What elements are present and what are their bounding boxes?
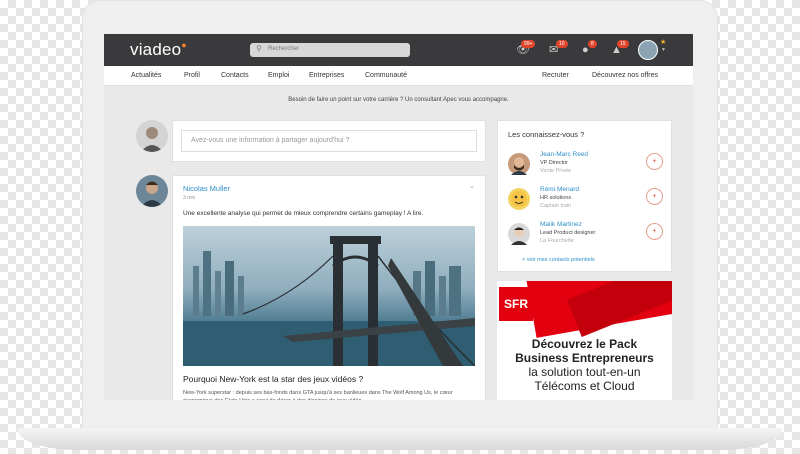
avatar[interactable] (508, 223, 530, 245)
suggestions-card: Les connaissez-vous ? Jean-Marc Reed VP … (497, 120, 672, 272)
person-name[interactable]: Malik Martinez (540, 221, 582, 228)
ad-line-2: Business Entrepreneurs (515, 351, 654, 365)
search-icon: ⚲ (256, 44, 262, 53)
avatar[interactable] (136, 175, 168, 207)
sfr-advertisement[interactable]: SFR Découvrez le Pack Business Entrepren… (497, 281, 672, 400)
article-description: New-York superstar : depuis ses bas-fond… (183, 390, 453, 400)
add-contact-icon[interactable]: + (646, 153, 663, 170)
laptop-base (18, 428, 782, 450)
menu-item-contacts[interactable]: Contacts (221, 72, 249, 79)
user-badge: 8 (588, 40, 597, 48)
article-title[interactable]: Pourquoi New-York est la star des jeux v… (183, 374, 363, 384)
person-company: Captain train (540, 203, 572, 209)
post-text: Une excellente analyse qui permet de mie… (183, 210, 424, 217)
top-bar: viadeo● ⚲ Rechercher 👁 99+ ✉ 10 ● 8 ▲ 15… (104, 34, 693, 66)
menu-item-offres[interactable]: Découvrez nos offres (592, 72, 658, 79)
avatar[interactable] (508, 153, 530, 175)
logo-dot-icon: ● (181, 40, 187, 50)
add-contact-icon[interactable]: + (646, 188, 663, 205)
ad-headline: Découvrez le Pack Business Entrepreneurs (497, 337, 672, 365)
eye-badge: 99+ (521, 40, 536, 48)
search-placeholder: Rechercher (268, 46, 300, 52)
chevron-down-icon[interactable]: ⌄ (469, 182, 475, 190)
screen: viadeo● ⚲ Rechercher 👁 99+ ✉ 10 ● 8 ▲ 15… (104, 34, 693, 400)
viadeo-logo[interactable]: viadeo● (130, 40, 187, 60)
ad-line-4: Télécoms et Cloud (534, 379, 635, 393)
ad-line-3: la solution tout-en-un (528, 365, 641, 379)
person-name[interactable]: Jean-Marc Reed (540, 151, 588, 158)
status-input[interactable]: Avez-vous une information à partager auj… (181, 130, 477, 152)
avatar[interactable] (508, 188, 530, 210)
bell-badge: 15 (617, 40, 629, 48)
card-title: Les connaissez-vous ? (508, 130, 585, 139)
article-image[interactable] (183, 226, 475, 366)
main-menu: Actualités Profil Contacts Emploi Entrep… (104, 66, 693, 86)
ad-line-1: Découvrez le Pack (531, 337, 638, 351)
menu-item-profil[interactable]: Profil (184, 72, 200, 79)
promo-banner[interactable]: Besoin de faire un point sur votre carri… (104, 97, 693, 103)
person-role: VP Director (540, 160, 569, 166)
person-role: Lead Product designer (540, 230, 596, 236)
menu-item-recruter[interactable]: Recruter (542, 72, 569, 79)
feed-post: Nicolas Muller 3 min ⌄ Une excellente an… (172, 175, 486, 400)
post-composer: Avez-vous une information à partager auj… (172, 120, 486, 162)
user-icon[interactable]: ● (582, 45, 589, 56)
person-name[interactable]: Rémi Menard (540, 186, 579, 193)
see-potential-contacts-link[interactable]: > voir mes contacts potentiels (522, 257, 595, 263)
person-company: Vente Privée (540, 168, 572, 174)
avatar[interactable] (638, 40, 658, 60)
person-company: La Fourchette (540, 238, 574, 244)
post-author[interactable]: Nicolas Muller (183, 184, 230, 193)
list-item[interactable]: Rémi Menard HR solutions Captain train + (508, 186, 668, 216)
menu-item-emploi[interactable]: Emploi (268, 72, 289, 79)
mail-badge: 10 (556, 40, 568, 48)
sfr-logo: SFR (499, 287, 533, 321)
ad-subline: la solution tout-en-un Télécoms et Cloud (497, 365, 672, 393)
person-role: HR solutions (540, 195, 572, 201)
post-time: 3 min (183, 195, 196, 201)
list-item[interactable]: Malik Martinez Lead Product designer La … (508, 221, 668, 251)
avatar[interactable] (136, 120, 168, 152)
menu-item-actualites[interactable]: Actualités (131, 72, 161, 79)
menu-item-communaute[interactable]: Communauté (365, 72, 407, 79)
add-contact-icon[interactable]: + (646, 223, 663, 240)
menu-item-entreprises[interactable]: Entreprises (309, 72, 344, 79)
premium-star-icon: ★ (660, 39, 667, 46)
search-input[interactable]: ⚲ Rechercher (250, 43, 410, 57)
chevron-down-icon[interactable]: ▼ (661, 47, 666, 53)
list-item[interactable]: Jean-Marc Reed VP Director Vente Privée … (508, 151, 668, 181)
ad-header: SFR (497, 281, 672, 338)
